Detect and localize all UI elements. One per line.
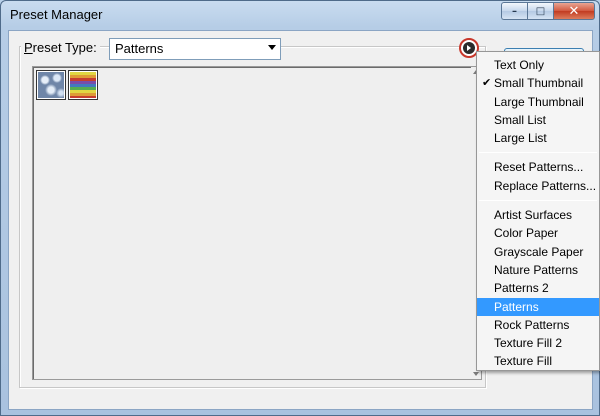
- menu-item-label: Large Thumbnail: [494, 94, 584, 109]
- menu-item-label: Patterns 2: [494, 281, 549, 296]
- preset-type-label-text: reset Type:: [32, 40, 97, 55]
- checkmark-icon: ✔: [482, 77, 492, 90]
- menu-item-label: Large List: [494, 131, 547, 146]
- menu-item-small-list[interactable]: Small List: [477, 111, 599, 129]
- preset-type-label: Preset Type:: [21, 40, 100, 55]
- menu-item-label: Texture Fill: [494, 354, 553, 369]
- menu-item-label: Grayscale Paper: [494, 244, 584, 259]
- flyout-arrow-icon: [463, 42, 475, 54]
- menu-item-label: Replace Patterns...: [494, 178, 597, 193]
- menu-item-label: Reset Patterns...: [494, 160, 584, 175]
- menu-item-texture-fill-2[interactable]: Texture Fill 2: [477, 334, 599, 352]
- menu-item-label: Text Only: [494, 58, 545, 72]
- menu-item-label: Texture Fill 2: [494, 336, 563, 351]
- window-controls: – □ ✕: [501, 2, 595, 20]
- menu-item-nature-patterns[interactable]: Nature Patterns: [477, 261, 599, 279]
- minimize-icon: –: [512, 5, 517, 17]
- menu-item-label: Artist Surfaces: [494, 208, 573, 223]
- menu-item-small-thumbnail[interactable]: ✔ Small Thumbnail: [477, 74, 599, 92]
- close-button[interactable]: ✕: [553, 2, 595, 20]
- chevron-down-icon: [268, 45, 276, 50]
- bubbles-pattern-thumbnail[interactable]: [36, 70, 66, 100]
- menu-item-label: Patterns: [494, 299, 539, 314]
- preset-list[interactable]: [32, 66, 482, 380]
- preset-type-dropdown[interactable]: Patterns: [109, 38, 281, 60]
- menu-item-reset-patterns[interactable]: Reset Patterns...: [477, 158, 599, 176]
- menu-item-label: Color Paper: [494, 226, 559, 241]
- preset-type-access-key: P: [24, 40, 33, 55]
- menu-item-large-thumbnail[interactable]: Large Thumbnail: [477, 93, 599, 111]
- menu-item-rock-patterns[interactable]: Rock Patterns: [477, 316, 599, 334]
- maximize-button[interactable]: □: [527, 2, 553, 20]
- scroll-down-icon[interactable]: [473, 372, 479, 376]
- menu-item-text-only[interactable]: Text Only: [477, 56, 599, 74]
- menu-separator: [479, 152, 597, 154]
- menu-item-large-list[interactable]: Large List: [477, 129, 599, 147]
- minimize-button[interactable]: –: [501, 2, 527, 20]
- rainbow-pattern-thumbnail[interactable]: [68, 70, 98, 100]
- close-icon: ✕: [568, 3, 580, 19]
- menu-item-patterns[interactable]: Patterns: [477, 297, 599, 316]
- menu-item-texture-fill[interactable]: Texture Fill: [477, 352, 599, 370]
- menu-item-artist-surfaces[interactable]: Artist Surfaces: [477, 206, 599, 224]
- menu-item-color-paper[interactable]: Color Paper: [477, 224, 599, 242]
- panel-flyout-menu: Text Only ✔ Small Thumbnail Large Thumbn…: [476, 51, 600, 371]
- preset-type-value: Patterns: [115, 41, 164, 56]
- thumbnail-grid: [36, 70, 98, 100]
- menu-separator: [479, 200, 597, 202]
- menu-item-grayscale-paper[interactable]: Grayscale Paper: [477, 243, 599, 261]
- menu-item-label: Rock Patterns: [494, 317, 570, 332]
- window-title: Preset Manager: [10, 7, 103, 22]
- menu-item-label: Nature Patterns: [494, 262, 579, 277]
- title-bar[interactable]: Preset Manager – □ ✕: [1, 1, 599, 29]
- menu-item-replace-patterns[interactable]: Replace Patterns...: [477, 177, 599, 195]
- menu-item-patterns-2[interactable]: Patterns 2: [477, 279, 599, 297]
- menu-item-label: Small List: [494, 112, 547, 127]
- menu-item-label: Small Thumbnail: [494, 76, 584, 91]
- maximize-icon: □: [535, 5, 546, 17]
